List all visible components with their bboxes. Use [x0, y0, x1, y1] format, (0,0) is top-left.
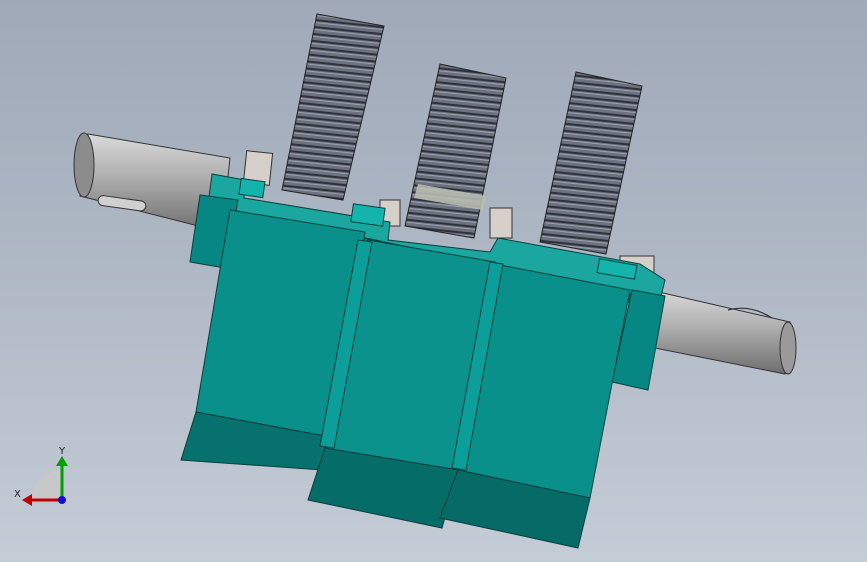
gear-1 [281, 13, 385, 201]
collar [489, 207, 513, 239]
3d-viewport[interactable]: Y X [0, 0, 867, 562]
x-axis-label: X [14, 489, 21, 500]
y-axis-label: Y [58, 446, 66, 457]
shaft-right [644, 289, 797, 375]
coordinate-triad: Y X [14, 446, 68, 506]
gear-3 [539, 71, 643, 255]
